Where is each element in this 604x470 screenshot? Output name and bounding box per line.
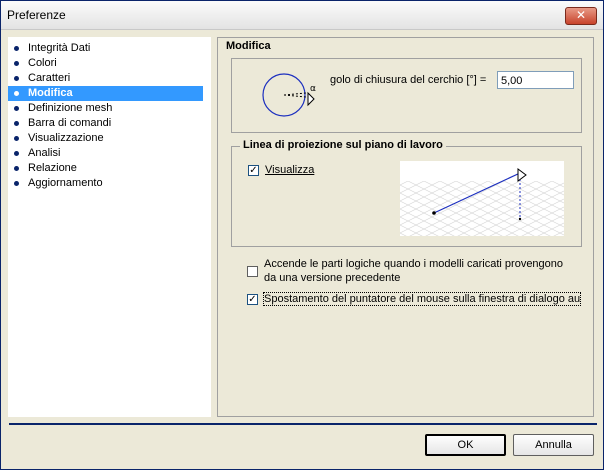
sidebar-item-barra-di-comandi[interactable]: Barra di comandi [8, 116, 203, 131]
sidebar-item-modifica[interactable]: Modifica [8, 86, 203, 101]
ok-button[interactable]: OK [425, 434, 506, 456]
bullet-icon [14, 46, 19, 51]
circle-angle-group: α golo di chiusura del cerchio [°] = 5,0… [231, 58, 582, 133]
bullet-icon [14, 166, 19, 171]
projection-line-group: Linea di proiezione sul piano di lavoro … [231, 139, 582, 247]
angle-label: golo di chiusura del cerchio [°] = [330, 74, 487, 86]
sidebar-item-definizione-mesh[interactable]: Definizione mesh [8, 101, 203, 116]
category-list: Integrità Dati Colori Caratteri Modifica… [8, 37, 211, 417]
bullet-icon [14, 136, 19, 141]
bullet-icon [14, 91, 19, 96]
projection-preview [400, 161, 564, 236]
alpha-label: α [310, 84, 316, 94]
sidebar-item-colori[interactable]: Colori [8, 56, 203, 71]
circle-angle-diagram: α [262, 73, 316, 117]
visualizza-checkbox[interactable]: ✓ [248, 165, 259, 176]
title-bar[interactable]: Preferenze ✕ [1, 1, 603, 30]
bullet-icon [14, 106, 19, 111]
preferences-dialog: Preferenze ✕ Integrità Dati Colori Carat… [0, 0, 604, 470]
separator-line [9, 423, 597, 425]
sidebar-item-relazione[interactable]: Relazione [8, 161, 203, 176]
section-title: Modifica [226, 40, 271, 52]
sidebar-item-integrita-dati[interactable]: Integrità Dati [8, 41, 203, 56]
settings-panel: Modifica α golo di chiusura del cerchio … [217, 37, 594, 417]
angle-input[interactable]: 5,00 [497, 71, 574, 89]
bullet-icon [14, 61, 19, 66]
sidebar-item-caratteri[interactable]: Caratteri [8, 71, 203, 86]
sidebar-item-analisi[interactable]: Analisi [8, 146, 203, 161]
legacy-parts-label-line2: da una versione precedente [264, 272, 401, 284]
close-button[interactable]: ✕ [565, 7, 597, 25]
legacy-parts-checkbox[interactable] [247, 266, 258, 277]
legacy-parts-label-line1: Accende le parti logiche quando i modell… [264, 258, 564, 270]
bullet-icon [14, 121, 19, 126]
mouse-pointer-checkbox[interactable]: ✓ [247, 294, 258, 305]
cancel-button[interactable]: Annulla [513, 434, 594, 456]
window-title: Preferenze [7, 8, 66, 22]
bullet-icon [14, 76, 19, 81]
visualizza-label: Visualizza [265, 164, 315, 176]
projection-preview-diagram [400, 168, 564, 236]
sidebar-item-visualizzazione[interactable]: Visualizzazione [8, 131, 203, 146]
mouse-pointer-label: Spostamento del puntatore del mouse sull… [262, 292, 582, 306]
sidebar-item-aggiornamento[interactable]: Aggiornamento [8, 176, 203, 191]
projection-group-legend: Linea di proiezione sul piano di lavoro [240, 139, 446, 151]
bullet-icon [14, 181, 19, 186]
bullet-icon [14, 151, 19, 156]
close-icon: ✕ [575, 8, 587, 22]
